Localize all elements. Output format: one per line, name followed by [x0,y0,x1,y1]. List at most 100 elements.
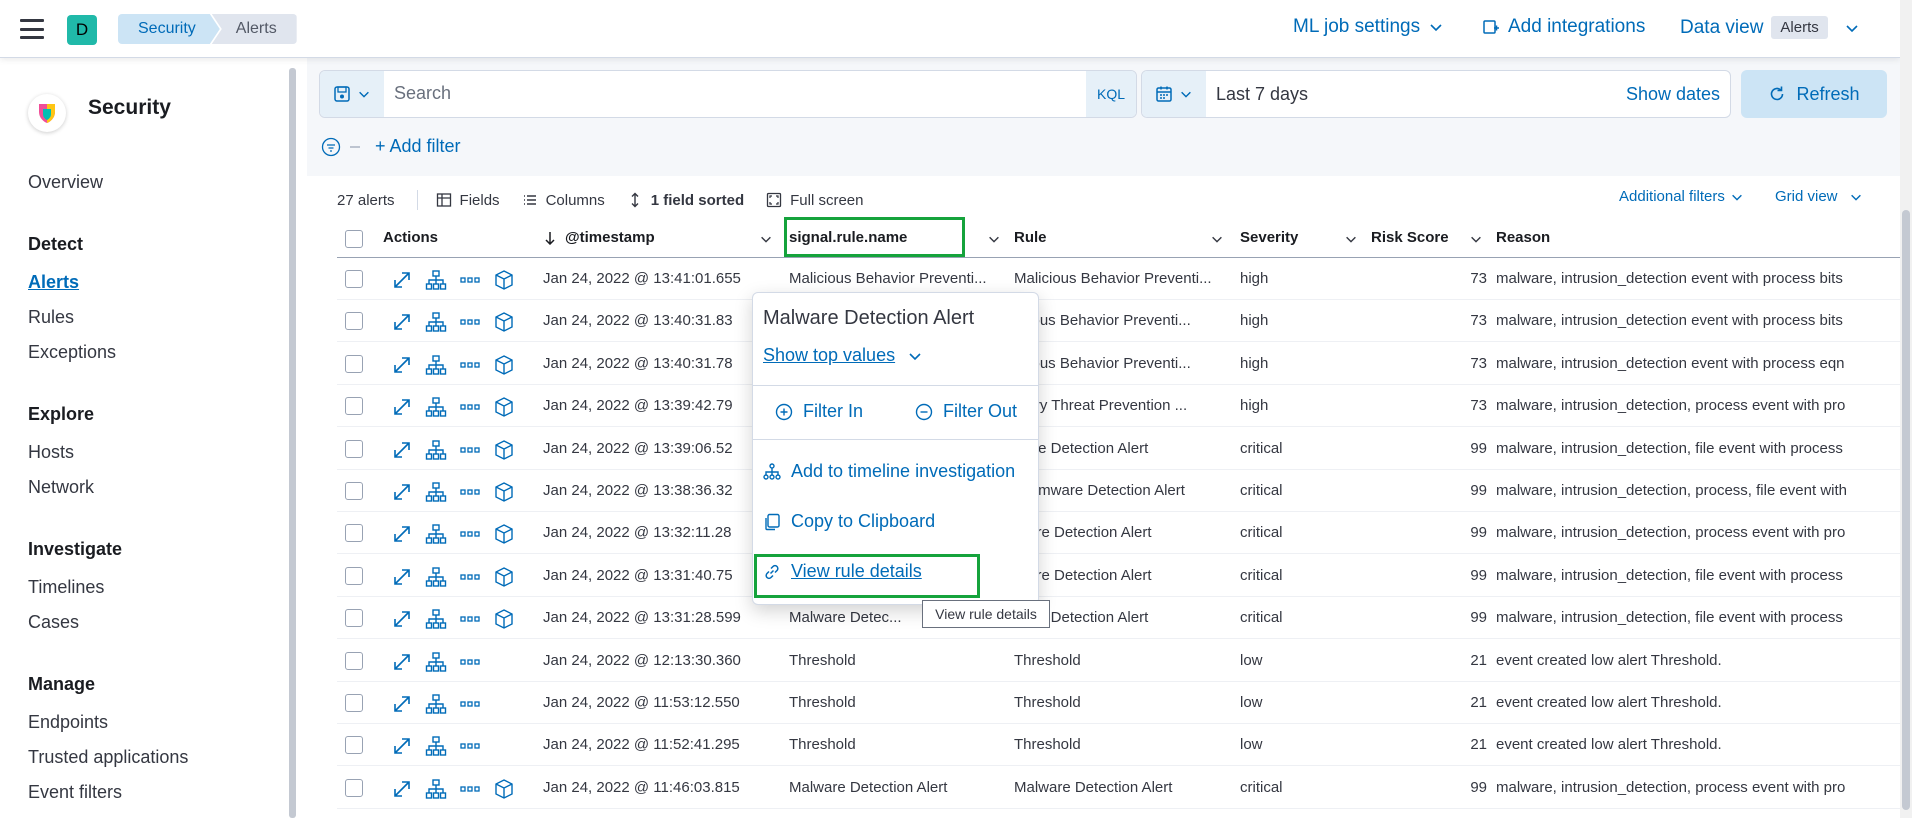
cell-risk-score[interactable]: 73 [1371,385,1487,427]
row-checkbox[interactable] [345,566,363,585]
more-actions-icon[interactable] [459,354,481,376]
analyze-event-icon[interactable] [425,566,447,588]
cell-reason[interactable]: malware, intrusion_detection event with … [1496,343,1900,385]
expand-icon[interactable] [391,693,413,715]
session-view-icon[interactable] [493,269,515,291]
sidebar-item-endpoints[interactable]: Endpoints [28,712,108,733]
more-actions-icon[interactable] [459,311,481,333]
cell-timestamp[interactable]: Jan 24, 2022 @ 13:40:31.78 [543,343,773,385]
cell-rule[interactable]: Threshold [1014,640,1226,682]
fields-button[interactable]: Fields [436,192,500,209]
search-input[interactable]: Search [384,71,1086,117]
full-screen-button[interactable]: Full screen [766,192,863,209]
breadcrumb-security[interactable]: Security [118,14,220,44]
expand-icon[interactable] [391,269,413,291]
cell-reason[interactable]: malware, intrusion_detection event with … [1496,258,1900,300]
row-checkbox[interactable] [345,354,363,373]
filter-in-button[interactable]: Filter In [775,401,863,422]
session-view-icon[interactable] [493,354,515,376]
cell-risk-score[interactable]: 73 [1371,300,1487,342]
more-actions-icon[interactable] [459,735,481,757]
cell-severity[interactable]: critical [1240,428,1360,470]
cell-risk-score[interactable]: 99 [1371,470,1487,512]
cell-reason[interactable]: malware, intrusion_detection event with … [1496,300,1900,342]
cell-risk-score[interactable]: 21 [1371,640,1487,682]
cell-severity[interactable]: high [1240,343,1360,385]
space-avatar[interactable]: D [67,15,97,45]
cell-reason[interactable]: malware, intrusion_detection, file event… [1496,597,1900,639]
cell-reason[interactable]: malware, intrusion_detection, process, f… [1496,470,1900,512]
cell-risk-score[interactable]: 21 [1371,724,1487,766]
cell-timestamp[interactable]: Jan 24, 2022 @ 11:46:03.815 [543,767,773,809]
expand-icon[interactable] [391,566,413,588]
add-to-timeline-button[interactable]: Add to timeline investigation [763,461,1015,482]
sidebar-item-timelines[interactable]: Timelines [28,577,104,598]
session-view-icon[interactable] [493,311,515,333]
cell-severity[interactable]: low [1240,724,1360,766]
cell-rule[interactable]: Threshold [1014,724,1226,766]
session-view-icon[interactable] [493,566,515,588]
sidebar-item-exceptions[interactable]: Exceptions [28,342,116,363]
expand-icon[interactable] [391,523,413,545]
cell-severity[interactable]: critical [1240,555,1360,597]
header-rule[interactable]: Rule [1014,218,1224,258]
cell-timestamp[interactable]: Jan 24, 2022 @ 13:32:11.28 [543,512,773,554]
analyze-event-icon[interactable] [425,481,447,503]
sidebar-item-overview[interactable]: Overview [28,172,103,193]
cell-timestamp[interactable]: Jan 24, 2022 @ 13:39:06.52 [543,428,773,470]
more-actions-icon[interactable] [459,693,481,715]
cell-reason[interactable]: event created low alert Threshold. [1496,640,1900,682]
more-actions-icon[interactable] [459,778,481,800]
cell-severity[interactable]: high [1240,300,1360,342]
cell-timestamp[interactable]: Jan 24, 2022 @ 13:41:01.655 [543,258,773,300]
show-top-values-button[interactable]: Show top values [763,345,923,366]
more-actions-icon[interactable] [459,481,481,503]
row-checkbox[interactable] [345,482,363,500]
cell-risk-score[interactable]: 73 [1371,343,1487,385]
row-checkbox[interactable] [345,736,363,755]
cell-reason[interactable]: event created low alert Threshold. [1496,724,1900,766]
additional-filters-button[interactable]: Additional filters [1619,188,1744,205]
date-range-display[interactable]: Last 7 days [1206,71,1616,117]
cell-timestamp[interactable]: Jan 24, 2022 @ 13:31:40.75 [543,555,773,597]
cell-timestamp[interactable]: Jan 24, 2022 @ 11:52:41.295 [543,724,773,766]
session-view-icon[interactable] [493,396,515,418]
row-checkbox[interactable] [345,694,363,712]
cell-severity[interactable]: high [1240,258,1360,300]
more-actions-icon[interactable] [459,651,481,673]
sidebar-item-event-filters[interactable]: Event filters [28,782,122,803]
cell-rule-name[interactable]: Malware Detection Alert [789,767,1001,809]
cell-timestamp[interactable]: Jan 24, 2022 @ 13:40:31.83 [543,300,773,342]
session-view-icon[interactable] [493,523,515,545]
row-checkbox[interactable] [345,651,363,670]
analyze-event-icon[interactable] [425,608,447,630]
ml-job-settings-button[interactable]: ML job settings [1293,16,1444,38]
cell-timestamp[interactable]: Jan 24, 2022 @ 13:31:28.599 [543,597,773,639]
row-checkbox[interactable] [345,270,363,288]
analyze-event-icon[interactable] [425,735,447,757]
cell-rule[interactable]: nsomware Detection Alert [1014,470,1226,512]
expand-icon[interactable] [391,778,413,800]
row-checkbox[interactable] [345,524,363,543]
analyze-event-icon[interactable] [425,269,447,291]
session-view-icon[interactable] [493,439,515,461]
expand-icon[interactable] [391,439,413,461]
expand-icon[interactable] [391,481,413,503]
cell-timestamp[interactable]: Jan 24, 2022 @ 11:53:12.550 [543,682,773,724]
cell-rule[interactable]: licious Behavior Preventi... [1014,343,1226,385]
row-checkbox[interactable] [345,397,363,416]
sort-button[interactable]: 1 field sorted [627,192,744,209]
cell-rule-name[interactable]: Threshold [789,724,1001,766]
cell-severity[interactable]: low [1240,682,1360,724]
header-timestamp[interactable]: @timestamp [543,218,771,258]
kql-toggle[interactable]: KQL [1086,71,1136,117]
analyze-event-icon[interactable] [425,651,447,673]
cell-timestamp[interactable]: Jan 24, 2022 @ 13:38:36.32 [543,470,773,512]
cell-rule[interactable]: lware Detection Alert [1014,512,1226,554]
row-checkbox[interactable] [345,609,363,628]
cell-risk-score[interactable]: 21 [1371,682,1487,724]
add-integrations-button[interactable]: Add integrations [1482,16,1645,38]
cell-reason[interactable]: malware, intrusion_detection, file event… [1496,555,1900,597]
filter-out-button[interactable]: Filter Out [915,401,1017,422]
analyze-event-icon[interactable] [425,523,447,545]
